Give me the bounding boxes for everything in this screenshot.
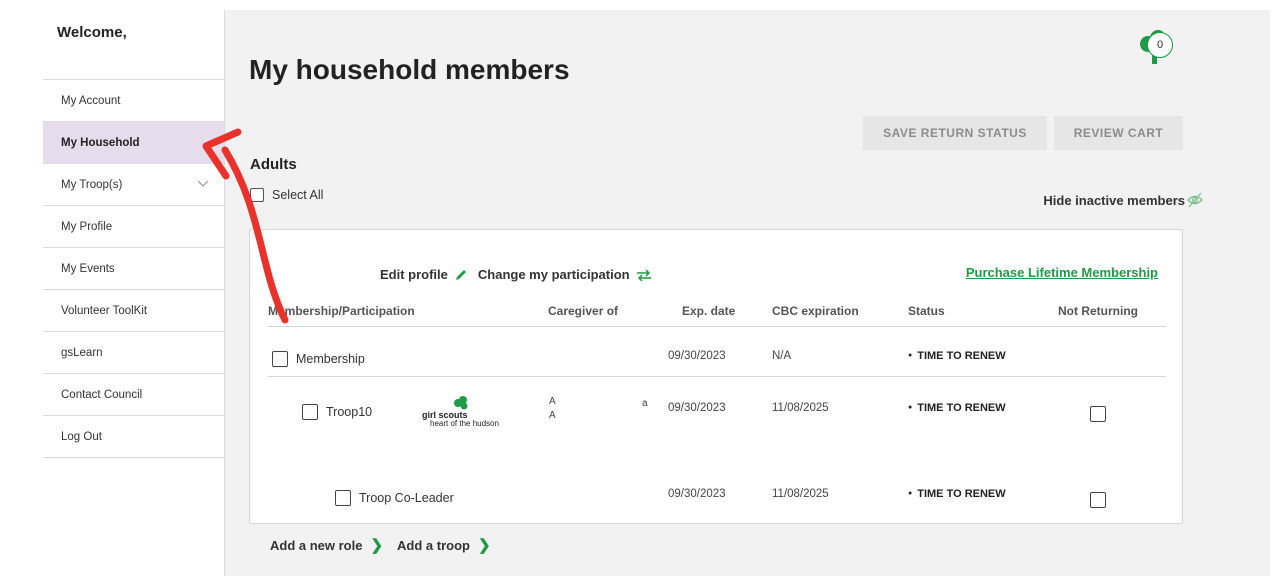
sidebar-item-label: Volunteer ToolKit <box>61 304 148 317</box>
add-role-link[interactable]: Add a new role <box>270 538 362 553</box>
column-header-not-returning: Not Returning <box>1058 304 1138 318</box>
caregiver-text: a <box>642 398 648 409</box>
divider <box>268 376 1166 377</box>
review-cart-button[interactable]: REVIEW CART <box>1054 116 1183 150</box>
table-row-troop-co-leader[interactable]: Troop Co-Leader <box>335 490 454 506</box>
logo-line-2: heart of the hudson <box>430 419 499 428</box>
save-return-status-button[interactable]: SAVE RETURN STATUS <box>863 116 1047 150</box>
sidebar-item-my-profile[interactable]: My Profile <box>43 206 224 248</box>
row-label: Troop10 <box>326 405 373 419</box>
profile-actions: Edit profile Change my participation <box>380 267 662 282</box>
exp-date: 09/30/2023 <box>668 402 726 414</box>
eye-slash-icon[interactable] <box>1186 191 1204 209</box>
left-gutter <box>0 0 43 576</box>
page-title: My household members <box>249 54 570 85</box>
sidebar: Welcome, My Account My Household My Troo… <box>43 10 225 576</box>
sidebar-item-label: My Events <box>61 262 115 275</box>
cbc-expiration: 11/08/2025 <box>772 488 829 500</box>
status-badge: TIME TO RENEW <box>908 350 1005 362</box>
sidebar-list: My Account My Household My Troop(s) My P… <box>43 79 224 458</box>
sidebar-item-contact-council[interactable]: Contact Council <box>43 374 224 416</box>
cbc-expiration: 11/08/2025 <box>772 402 829 414</box>
select-all[interactable]: Select All <box>250 188 323 202</box>
welcome-text: Welcome, <box>57 24 127 41</box>
sidebar-item-my-troops[interactable]: My Troop(s) <box>43 164 224 206</box>
not-returning-checkbox[interactable] <box>1090 492 1106 508</box>
main-content: My household members 0 SAVE RETURN STATU… <box>225 10 1270 576</box>
purchase-lifetime-link[interactable]: Purchase Lifetime Membership <box>966 265 1158 280</box>
table-row-membership[interactable]: Membership <box>272 351 365 367</box>
not-returning-checkbox[interactable] <box>1090 406 1106 422</box>
household-member-card: Edit profile Change my participation Pur… <box>249 229 1183 524</box>
select-all-checkbox[interactable] <box>250 188 264 202</box>
caregiver-text: A <box>549 396 556 407</box>
sidebar-item-label: gsLearn <box>61 346 103 359</box>
exp-date: 09/30/2023 <box>668 488 726 500</box>
status-badge: TIME TO RENEW <box>908 488 1005 500</box>
co-leader-checkbox[interactable] <box>335 490 351 506</box>
table-row-troop10[interactable]: Troop10 <box>302 404 372 420</box>
row-label: Troop Co-Leader <box>359 491 454 505</box>
cart-count-badge: 0 <box>1147 32 1173 58</box>
column-header-cbc: CBC expiration <box>772 304 859 318</box>
sidebar-item-label: Contact Council <box>61 388 143 401</box>
sidebar-item-label: My Account <box>61 94 121 107</box>
troop10-checkbox[interactable] <box>302 404 318 420</box>
select-all-label: Select All <box>272 188 324 202</box>
chevron-down-icon[interactable] <box>196 176 210 190</box>
girl-scouts-logo: girl scouts heart of the hudson <box>422 394 512 428</box>
status-badge: TIME TO RENEW <box>908 402 1005 414</box>
swap-arrows-icon[interactable] <box>636 268 652 281</box>
column-header-caregiver: Caregiver of <box>548 304 619 318</box>
add-troop-link[interactable]: Add a troop <box>397 538 470 553</box>
sidebar-item-label: My Troop(s) <box>61 178 123 191</box>
sidebar-item-my-events[interactable]: My Events <box>43 248 224 290</box>
page: Welcome, My Account My Household My Troo… <box>0 0 1276 576</box>
sidebar-item-my-household[interactable]: My Household <box>43 122 224 164</box>
caregiver-text: A <box>549 410 556 421</box>
row-label: Membership <box>296 352 365 366</box>
sidebar-item-my-account[interactable]: My Account <box>43 80 224 122</box>
change-participation-link[interactable]: Change my participation <box>478 267 630 282</box>
bottom-actions: Add a new role ❯ Add a troop ❯ <box>270 536 505 554</box>
adults-heading: Adults <box>250 156 297 173</box>
pencil-icon[interactable] <box>454 268 468 282</box>
chevron-right-icon[interactable]: ❯ <box>478 536 491 554</box>
chevron-right-icon[interactable]: ❯ <box>370 536 383 554</box>
hide-inactive-link[interactable]: Hide inactive members <box>1043 193 1185 208</box>
cbc-expiration: N/A <box>772 350 792 362</box>
sidebar-item-label: My Household <box>61 136 140 149</box>
column-header-membership: Membership/Participation <box>268 304 415 318</box>
membership-checkbox[interactable] <box>272 351 288 367</box>
sidebar-item-label: My Profile <box>61 220 113 233</box>
exp-date: 09/30/2023 <box>668 350 726 362</box>
column-header-exp-date: Exp. date <box>682 304 736 318</box>
sidebar-item-volunteer-toolkit[interactable]: Volunteer ToolKit <box>43 290 224 332</box>
sidebar-item-label: Log Out <box>61 430 102 443</box>
column-header-status: Status <box>908 304 945 318</box>
edit-profile-link[interactable]: Edit profile <box>380 267 448 282</box>
sidebar-item-log-out[interactable]: Log Out <box>43 416 224 458</box>
divider <box>268 326 1166 327</box>
top-strip <box>0 0 1276 10</box>
sidebar-item-gslearn[interactable]: gsLearn <box>43 332 224 374</box>
